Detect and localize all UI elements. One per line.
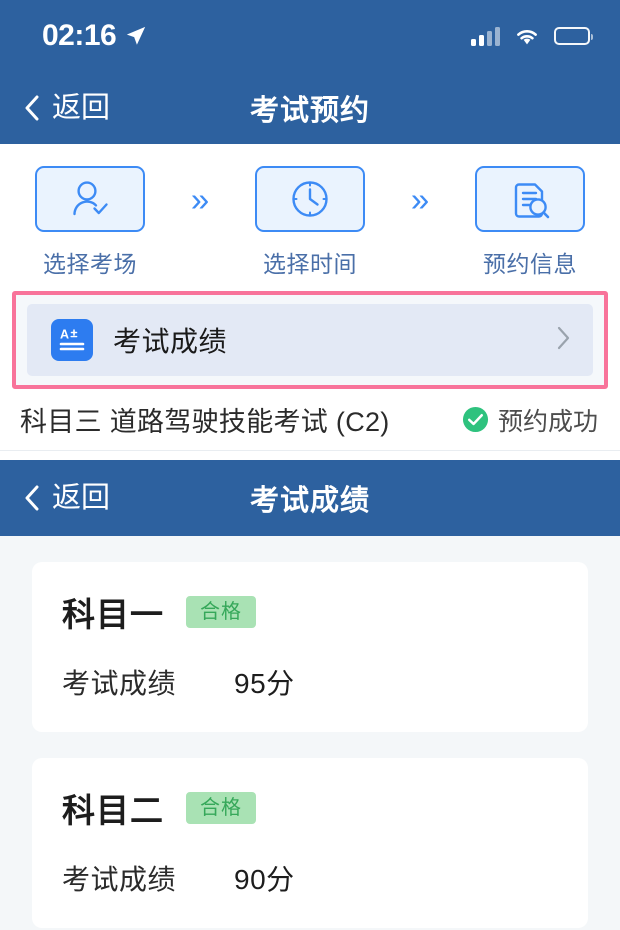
booking-stepper: 选择考场 » 选择时间 » 预约信息: [0, 144, 620, 287]
score-card[interactable]: 科目二 合格 考试成绩 90分: [32, 758, 588, 928]
score-card-value: 90分: [234, 864, 295, 895]
section-divider: [0, 451, 620, 460]
step-booking-info-box: [475, 166, 585, 232]
back-button-booking[interactable]: 返回: [24, 91, 111, 124]
battery-icon: [554, 27, 593, 45]
step-select-venue[interactable]: 选择考场: [6, 166, 174, 279]
status-bar-left: 02:16: [42, 21, 147, 51]
score-card-body: 考试成绩 95分: [62, 662, 558, 702]
phone-screenshot: 02:16 返回 考试预约 选择考场 » 选择时间 » 预约信息 A 考试成绩 …: [0, 0, 620, 930]
step-select-venue-box: [35, 166, 145, 232]
booking-status-text: 预约成功: [497, 407, 598, 436]
navigation-bar-booking: 返回 考试预约: [0, 72, 620, 144]
grade-a-plus-icon: A: [51, 319, 93, 361]
navigation-bar-results: 返回 考试成绩: [0, 460, 620, 536]
step-select-time[interactable]: 选择时间: [226, 166, 394, 279]
step-arrow-1-icon: »: [190, 180, 210, 218]
score-card[interactable]: 科目一 合格 考试成绩 95分: [32, 562, 588, 732]
exam-results-screen: 返回 考试成绩 科目一 合格 考试成绩 95分 科目二 合格 考试成绩 90分: [0, 460, 620, 928]
location-arrow-icon: [125, 25, 147, 47]
chevron-right-icon: [557, 326, 571, 355]
user-check-icon: [67, 177, 113, 221]
booked-subject-row: 科目三 道路驾驶技能考试 (C2) 预约成功: [0, 389, 620, 451]
step-select-time-box: [255, 166, 365, 232]
svg-text:A: A: [60, 328, 69, 342]
status-time: 02:16: [42, 19, 117, 52]
score-card-body: 考试成绩 90分: [62, 858, 558, 898]
score-card-subject: 科目二: [62, 792, 164, 829]
clock-icon: [288, 177, 332, 221]
step-arrow-2-icon: »: [410, 180, 430, 218]
exam-booking-screen: 02:16 返回 考试预约 选择考场 » 选择时间 » 预约信息 A 考试成绩 …: [0, 0, 620, 460]
check-circle-icon: [462, 406, 489, 433]
score-card-label: 考试成绩: [62, 668, 177, 699]
step-booking-info-label: 预约信息: [483, 251, 577, 277]
score-card-header: 科目一 合格: [62, 588, 558, 636]
document-search-icon: [507, 176, 553, 222]
score-card-list: 科目一 合格 考试成绩 95分 科目二 合格 考试成绩 90分: [0, 536, 620, 928]
score-card-label: 考试成绩: [62, 864, 177, 895]
exam-grade-entry-row[interactable]: A 考试成绩: [27, 304, 593, 376]
highlight-box-exam-grade: A 考试成绩: [12, 291, 608, 389]
back-button-label: 返回: [52, 91, 111, 124]
chevron-left-icon: [24, 485, 40, 511]
score-card-pass-badge: 合格: [186, 792, 256, 824]
score-card-header: 科目二 合格: [62, 784, 558, 832]
back-button-results[interactable]: 返回: [24, 481, 111, 514]
status-bar: 02:16: [0, 0, 620, 72]
status-bar-right: [471, 26, 593, 46]
step-select-venue-label: 选择考场: [43, 251, 137, 277]
chevron-left-icon: [24, 95, 40, 121]
cellular-signal-icon: [471, 26, 500, 46]
booking-status-badge: 预约成功: [462, 402, 598, 438]
step-booking-info[interactable]: 预约信息: [446, 166, 614, 279]
back-button-label: 返回: [52, 481, 111, 514]
wifi-icon: [514, 26, 540, 46]
step-select-time-label: 选择时间: [263, 251, 357, 277]
exam-grade-entry-label: 考试成绩: [113, 326, 228, 357]
score-card-value: 95分: [234, 668, 295, 699]
booked-subject-text: 科目三 道路驾驶技能考试 (C2): [20, 407, 390, 437]
score-card-pass-badge: 合格: [186, 596, 256, 628]
score-card-subject: 科目一: [62, 596, 164, 633]
